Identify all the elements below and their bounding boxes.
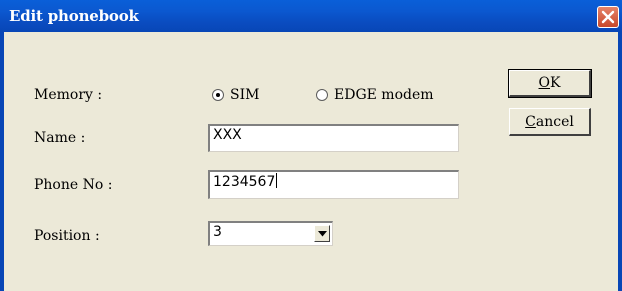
- radio-edge-modem-label[interactable]: EDGE modem: [334, 87, 434, 103]
- dialog-title: Edit phonebook: [9, 7, 139, 25]
- radio-sim-label[interactable]: SIM: [230, 87, 259, 103]
- title-bar[interactable]: Edit phonebook: [0, 0, 622, 32]
- ok-accelerator: O: [538, 75, 550, 91]
- cancel-accelerator: C: [525, 114, 536, 130]
- radio-edge-modem[interactable]: [316, 89, 328, 101]
- memory-label: Memory :: [34, 87, 103, 103]
- position-label: Position :: [34, 228, 100, 244]
- ok-button[interactable]: OK: [508, 69, 592, 98]
- phone-label: Phone No :: [34, 177, 113, 193]
- position-select[interactable]: 3: [208, 221, 333, 246]
- ok-label-rest: K: [550, 75, 561, 91]
- cancel-label-rest: ancel: [535, 114, 574, 130]
- window-frame-right: [618, 32, 622, 291]
- phone-input-value: 1234567: [213, 174, 276, 190]
- position-select-value: 3: [213, 224, 222, 240]
- close-button[interactable]: [597, 6, 619, 28]
- name-input[interactable]: XXX: [208, 124, 459, 152]
- chevron-down-icon: [318, 231, 327, 237]
- name-input-value: XXX: [213, 127, 242, 143]
- cancel-button[interactable]: Cancel: [509, 108, 591, 136]
- edit-phonebook-dialog: Edit phonebook Memory : SIM EDGE modem N…: [0, 0, 622, 291]
- phone-input[interactable]: 1234567: [208, 170, 459, 199]
- name-label: Name :: [34, 130, 86, 146]
- close-icon: [601, 10, 615, 24]
- text-caret: [276, 173, 278, 188]
- radio-sim-selected-dot: [216, 93, 220, 97]
- dropdown-button[interactable]: [314, 225, 330, 242]
- dialog-body: Memory : SIM EDGE modem Name : XXX Phone…: [4, 32, 618, 291]
- radio-sim[interactable]: [212, 89, 224, 101]
